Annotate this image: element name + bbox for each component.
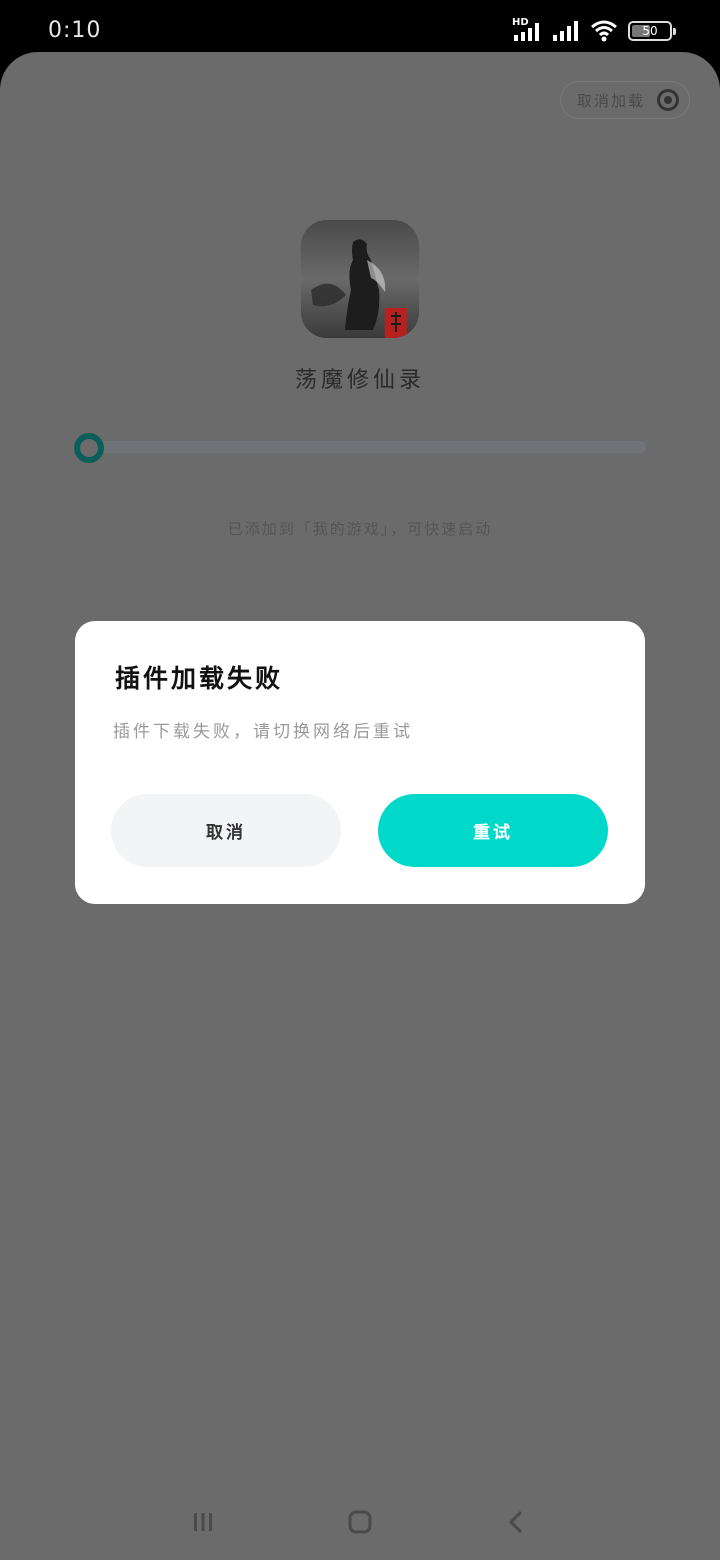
recent-apps-button[interactable] [183, 1502, 223, 1542]
game-icon [301, 220, 419, 338]
battery-icon: 50 [628, 21, 676, 41]
progress-track [90, 441, 646, 453]
cancel-button[interactable]: 取消 [111, 794, 341, 867]
cancel-load-label: 取消加载 [577, 91, 646, 110]
retry-button[interactable]: 重试 [378, 794, 608, 867]
back-icon [508, 1510, 523, 1534]
dialog-message: 插件下载失败，请切换网络后重试 [113, 722, 413, 742]
home-icon [348, 1510, 372, 1534]
back-button[interactable] [497, 1502, 537, 1542]
dialog-title: 插件加载失败 [115, 664, 284, 693]
battery-level: 50 [642, 24, 658, 38]
home-button[interactable] [340, 1502, 380, 1542]
game-name: 荡魔修仙录 [294, 368, 425, 393]
wifi-icon [591, 20, 617, 42]
navigation-bar [0, 1480, 720, 1560]
plugin-error-dialog: 插件加载失败 插件下载失败，请切换网络后重试 取消 重试 [75, 621, 645, 904]
status-time: 0:10 [48, 18, 102, 43]
cellular-signal-icon [553, 21, 578, 41]
hd-signal-icon: HD [512, 17, 542, 43]
recent-apps-icon [194, 1513, 212, 1531]
status-icons: HD 50 [512, 16, 676, 46]
hint-text: 已添加到「我的游戏」，可快速启动 [227, 520, 493, 538]
record-icon [657, 89, 680, 111]
progress-knob [74, 433, 104, 463]
cancel-load-button[interactable]: 取消加载 [560, 81, 690, 119]
